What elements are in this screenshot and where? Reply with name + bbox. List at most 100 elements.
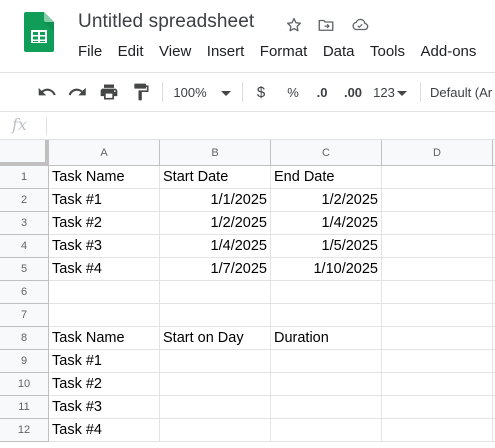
row-header[interactable]: 6 xyxy=(0,281,49,304)
cell-d11[interactable] xyxy=(382,396,493,419)
cell-c6[interactable] xyxy=(271,281,382,304)
cell-a4[interactable]: Task #3 xyxy=(49,235,160,258)
zoom-select[interactable]: 100% xyxy=(170,73,234,111)
format-percent-button[interactable]: % xyxy=(282,73,304,111)
chevron-down-icon xyxy=(396,85,407,100)
spreadsheet-grid: A B C D 1 Task Name Start Date End Date 2 Tas… xyxy=(0,140,495,448)
row-header[interactable]: 8 xyxy=(0,327,49,350)
cell-a7[interactable] xyxy=(49,304,160,327)
cell-a6[interactable] xyxy=(49,281,160,304)
cell-c3[interactable]: 1/4/2025 xyxy=(271,212,382,235)
cell-c9[interactable] xyxy=(271,350,382,373)
cell-d6[interactable] xyxy=(382,281,493,304)
cloud-status-icon[interactable] xyxy=(350,15,370,35)
row-header[interactable]: 11 xyxy=(0,396,49,419)
format-currency-button[interactable]: $ xyxy=(250,73,272,111)
column-header-d[interactable]: D xyxy=(382,140,493,166)
column-header-c[interactable]: C xyxy=(271,140,382,166)
star-icon[interactable] xyxy=(284,15,304,35)
cell-b8[interactable]: Start on Day xyxy=(160,327,271,350)
menu-file[interactable]: File xyxy=(78,43,102,60)
cell-a3[interactable]: Task #2 xyxy=(49,212,160,235)
cell-a9[interactable]: Task #1 xyxy=(49,350,160,373)
cell-d10[interactable] xyxy=(382,373,493,396)
undo-icon[interactable] xyxy=(34,73,60,111)
cell-b5[interactable]: 1/7/2025 xyxy=(160,258,271,281)
more-formats-button[interactable]: 123 xyxy=(370,73,410,111)
row-header[interactable]: 12 xyxy=(0,419,49,442)
cell-d3[interactable] xyxy=(382,212,493,235)
cell-d1[interactable] xyxy=(382,166,493,189)
cell-c4[interactable]: 1/5/2025 xyxy=(271,235,382,258)
cell-d12[interactable] xyxy=(382,419,493,442)
increase-decimal-button[interactable]: .00 xyxy=(340,73,366,111)
menu-insert[interactable]: Insert xyxy=(207,43,245,60)
cell-a12[interactable]: Task #4 xyxy=(49,419,160,442)
cell-d2[interactable] xyxy=(382,189,493,212)
column-header-b[interactable]: B xyxy=(160,140,271,166)
toolbar-divider xyxy=(420,82,421,102)
cell-a8[interactable]: Task Name xyxy=(49,327,160,350)
cell-d4[interactable] xyxy=(382,235,493,258)
cell-c12[interactable] xyxy=(271,419,382,442)
row-header[interactable]: 3 xyxy=(0,212,49,235)
menu-format[interactable]: Format xyxy=(260,43,308,60)
menu-tools[interactable]: Tools xyxy=(370,43,405,60)
cell-b12[interactable] xyxy=(160,419,271,442)
menu-add-ons[interactable]: Add-ons xyxy=(421,43,477,60)
cell-b2[interactable]: 1/1/2025 xyxy=(160,189,271,212)
cell-a10[interactable]: Task #2 xyxy=(49,373,160,396)
cell-d9[interactable] xyxy=(382,350,493,373)
paint-format-icon[interactable] xyxy=(128,73,154,111)
toolbar-divider xyxy=(242,82,243,102)
cell-b1[interactable]: Start Date xyxy=(160,166,271,189)
toolbar: 100% $ % .0 .00 123 Default (Ar xyxy=(0,72,495,112)
menu-data[interactable]: Data xyxy=(323,43,355,60)
redo-icon[interactable] xyxy=(64,73,90,111)
select-all-corner[interactable] xyxy=(0,140,49,166)
row-header[interactable]: 10 xyxy=(0,373,49,396)
menu-edit[interactable]: Edit xyxy=(118,43,144,60)
row-header[interactable]: 2 xyxy=(0,189,49,212)
cell-c5[interactable]: 1/10/2025 xyxy=(271,258,382,281)
cell-c7[interactable] xyxy=(271,304,382,327)
cell-a2[interactable]: Task #1 xyxy=(49,189,160,212)
row-header[interactable]: 9 xyxy=(0,350,49,373)
row-header[interactable]: 1 xyxy=(0,166,49,189)
decrease-decimal-button[interactable]: .0 xyxy=(310,73,334,111)
cell-b6[interactable] xyxy=(160,281,271,304)
cell-c1[interactable]: End Date xyxy=(271,166,382,189)
cell-b10[interactable] xyxy=(160,373,271,396)
fx-icon: fx xyxy=(12,115,27,134)
cell-c2[interactable]: 1/2/2025 xyxy=(271,189,382,212)
move-to-folder-icon[interactable] xyxy=(316,15,336,35)
menu-bar: File Edit View Insert Format Data Tools … xyxy=(78,43,492,60)
cell-d7[interactable] xyxy=(382,304,493,327)
column-header-a[interactable]: A xyxy=(49,140,160,166)
sheets-logo-icon[interactable] xyxy=(24,12,54,52)
document-title[interactable]: Untitled spreadsheet xyxy=(78,11,254,33)
zoom-value: 100% xyxy=(173,84,207,100)
font-family-select[interactable]: Default (Ar xyxy=(430,73,495,111)
cell-d8[interactable] xyxy=(382,327,493,350)
cell-b3[interactable]: 1/2/2025 xyxy=(160,212,271,235)
cell-b9[interactable] xyxy=(160,350,271,373)
app-header: Untitled spreadsheet File Edit View Inse… xyxy=(0,0,495,72)
cell-a5[interactable]: Task #4 xyxy=(49,258,160,281)
row-header[interactable]: 5 xyxy=(0,258,49,281)
cell-c10[interactable] xyxy=(271,373,382,396)
cell-b4[interactable]: 1/4/2025 xyxy=(160,235,271,258)
print-icon[interactable] xyxy=(96,73,122,111)
cell-d5[interactable] xyxy=(382,258,493,281)
cell-a11[interactable]: Task #3 xyxy=(49,396,160,419)
cell-c11[interactable] xyxy=(271,396,382,419)
menu-view[interactable]: View xyxy=(159,43,191,60)
cell-c8[interactable]: Duration xyxy=(271,327,382,350)
row-header[interactable]: 7 xyxy=(0,304,49,327)
row-header[interactable]: 4 xyxy=(0,235,49,258)
increase-decimal-label: .00 xyxy=(343,84,363,100)
cell-b11[interactable] xyxy=(160,396,271,419)
cell-b7[interactable] xyxy=(160,304,271,327)
more-formats-label: 123 xyxy=(373,84,395,100)
cell-a1[interactable]: Task Name xyxy=(49,166,160,189)
